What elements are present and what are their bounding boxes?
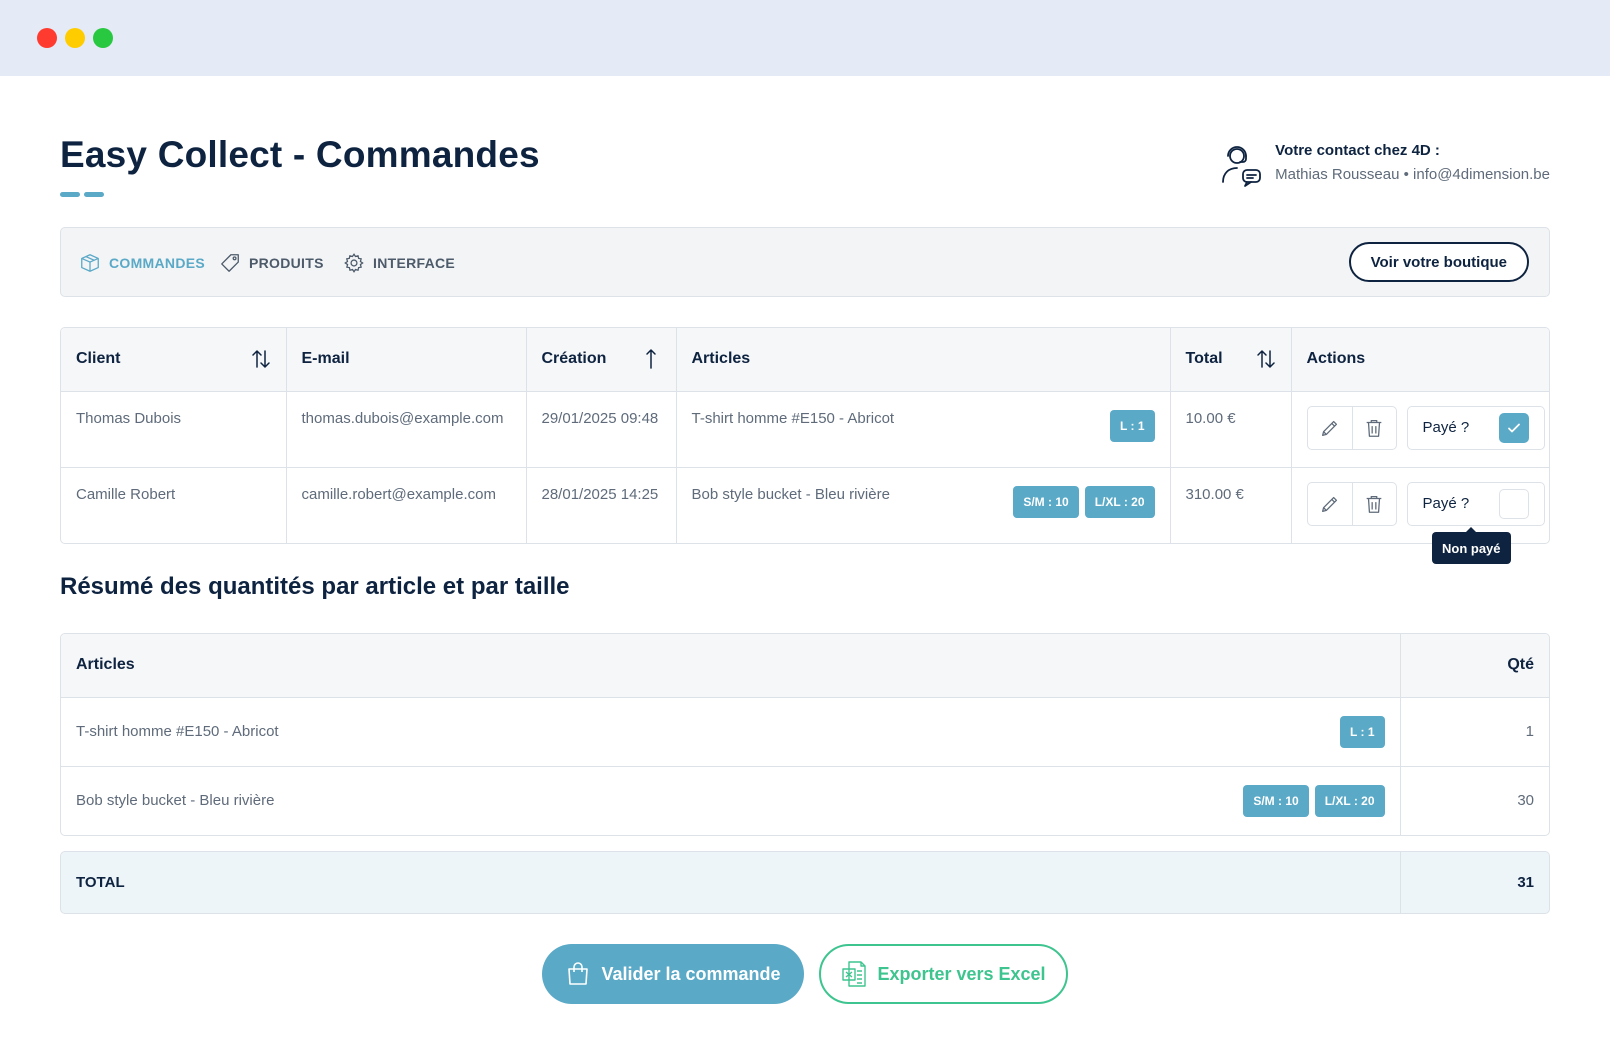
checkmark-icon — [1507, 423, 1520, 432]
window-titlebar — [0, 0, 1610, 76]
column-header-creation[interactable]: Création — [526, 328, 677, 392]
table-row: Camille Robert camille.robert@example.co… — [61, 467, 1549, 543]
unpaid-tooltip: Non payé — [1432, 527, 1511, 564]
sort-ascending-icon[interactable] — [640, 348, 662, 370]
nav-item-commandes[interactable]: COMMANDES — [79, 252, 205, 274]
page-title: Easy Collect - Commandes — [60, 134, 540, 175]
paid-checkbox-checked[interactable] — [1498, 412, 1529, 443]
cell-email: thomas.dubois@example.com — [286, 391, 527, 468]
nav-item-label: PRODUITS — [249, 255, 324, 271]
column-header-label: Création — [541, 350, 607, 368]
total-divider — [1400, 852, 1401, 913]
table-row: Thomas Dubois thomas.dubois@example.com … — [61, 391, 1549, 468]
pencil-icon — [1321, 496, 1337, 512]
window-close-button[interactable] — [37, 28, 57, 48]
table-row: Bob style bucket - Bleu rivière S/M : 10… — [61, 766, 1549, 835]
nav-item-interface[interactable]: INTERFACE — [343, 252, 455, 274]
contact-title: Votre contact chez 4D : — [1275, 142, 1440, 159]
article-name: Bob style bucket - Bleu rivière — [691, 485, 890, 503]
nav-item-label: INTERFACE — [373, 255, 456, 271]
trash-icon — [1366, 419, 1382, 437]
column-header-qty: Qté — [1399, 634, 1549, 698]
edit-button[interactable] — [1308, 407, 1352, 449]
column-header-label: Actions — [1306, 350, 1366, 368]
column-header-label: Articles — [691, 350, 751, 368]
paid-checkbox-unchecked[interactable] — [1498, 488, 1529, 519]
column-header-articles: Articles — [676, 328, 1171, 392]
excel-file-icon — [842, 961, 867, 987]
cell-qty: 1 — [1399, 697, 1549, 767]
cell-actions: Payé ? — [1291, 391, 1549, 468]
cell-articles: Bob style bucket - Bleu rivière S/M : 10… — [676, 467, 1171, 543]
nav-item-label: COMMANDES — [109, 255, 206, 271]
total-value: 31 — [1517, 874, 1534, 891]
window-maximize-button[interactable] — [93, 28, 113, 48]
export-excel-label: Exporter vers Excel — [877, 963, 1046, 984]
support-agent-icon — [1222, 146, 1262, 187]
sort-both-icon[interactable] — [250, 348, 272, 370]
nav-item-produits[interactable]: PRODUITS — [219, 252, 324, 274]
cell-total: 10.00 € — [1170, 391, 1292, 468]
size-badge: L : 1 — [1110, 409, 1155, 442]
contact-name: Mathias Rousseau — [1275, 166, 1400, 183]
cell-email: camille.robert@example.com — [286, 467, 527, 543]
delete-button[interactable] — [1351, 482, 1396, 525]
main-navigation: COMMANDES PRODUITS INTERFACE Voir votre … — [60, 227, 1550, 297]
cell-actions: Payé ? — [1291, 467, 1549, 543]
validate-order-button[interactable]: Valider la commande — [542, 944, 804, 1004]
cell-qty: 30 — [1399, 766, 1549, 835]
total-row: TOTAL 31 — [60, 851, 1550, 914]
window-minimize-button[interactable] — [65, 28, 85, 48]
table-row: T-shirt homme #E150 - Abricot L : 1 1 — [61, 697, 1549, 767]
cell-created: 28/01/2025 14:25 — [526, 467, 677, 543]
contact-block: Votre contact chez 4D : Mathias Rousseau… — [1217, 142, 1550, 190]
cell-client: Thomas Dubois — [61, 391, 287, 468]
column-header-actions: Actions — [1291, 328, 1549, 392]
export-excel-button[interactable]: Exporter vers Excel — [819, 944, 1068, 1004]
column-header-total[interactable]: Total — [1170, 328, 1292, 392]
contact-email-link[interactable]: info@4dimension.be — [1413, 166, 1550, 183]
total-label: TOTAL — [76, 874, 125, 891]
size-badge: L/XL : 20 — [1084, 485, 1155, 518]
tag-icon — [221, 254, 239, 272]
column-header-client[interactable]: Client — [61, 328, 287, 392]
edit-button[interactable] — [1308, 483, 1352, 525]
view-shop-button[interactable]: Voir votre boutique — [1348, 242, 1529, 282]
column-header-email: E-mail — [286, 328, 527, 392]
size-badge: L/XL : 20 — [1314, 784, 1385, 817]
trash-icon — [1366, 495, 1382, 513]
delete-button[interactable] — [1351, 406, 1396, 449]
size-badge: L : 1 — [1340, 715, 1385, 748]
cell-client: Camille Robert — [61, 467, 287, 543]
cell-articles: Bob style bucket - Bleu rivière S/M : 10… — [61, 766, 1400, 835]
cell-total: 310.00 € — [1170, 467, 1292, 543]
shopping-bag-icon — [568, 962, 589, 985]
column-header-label: Client — [76, 350, 121, 368]
summary-table: Articles Qté T-shirt homme #E150 - Abric… — [60, 633, 1550, 836]
paid-label: Payé ? — [1422, 419, 1470, 436]
contact-separator: • — [1403, 166, 1409, 183]
gear-icon — [344, 253, 364, 273]
article-name: T-shirt homme #E150 - Abricot — [691, 409, 895, 427]
article-name: T-shirt homme #E150 - Abricot — [76, 723, 279, 740]
paid-label: Payé ? — [1422, 495, 1470, 512]
column-header-label: Total — [1185, 350, 1223, 368]
article-name: Bob style bucket - Bleu rivière — [76, 792, 275, 810]
sort-both-icon[interactable] — [1255, 348, 1277, 370]
cell-articles: T-shirt homme #E150 - Abricot L : 1 — [61, 697, 1400, 767]
cell-created: 29/01/2025 09:48 — [526, 391, 677, 468]
summary-title: Résumé des quantités par article et par … — [60, 573, 570, 600]
validate-order-label: Valider la commande — [601, 963, 781, 984]
orders-table: Client E-mail Création Articles Total Ac… — [60, 327, 1550, 544]
paid-toggle[interactable]: Payé ? — [1406, 405, 1545, 450]
size-badge: S/M : 10 — [1243, 784, 1309, 817]
box-icon — [81, 254, 99, 272]
pencil-icon — [1321, 420, 1337, 436]
size-badge: S/M : 10 — [1013, 485, 1079, 518]
cell-articles: T-shirt homme #E150 - Abricot L : 1 — [676, 391, 1171, 468]
column-header-label: E-mail — [301, 350, 350, 368]
column-header-articles: Articles — [61, 634, 1400, 698]
paid-toggle[interactable]: Payé ? — [1406, 481, 1545, 526]
